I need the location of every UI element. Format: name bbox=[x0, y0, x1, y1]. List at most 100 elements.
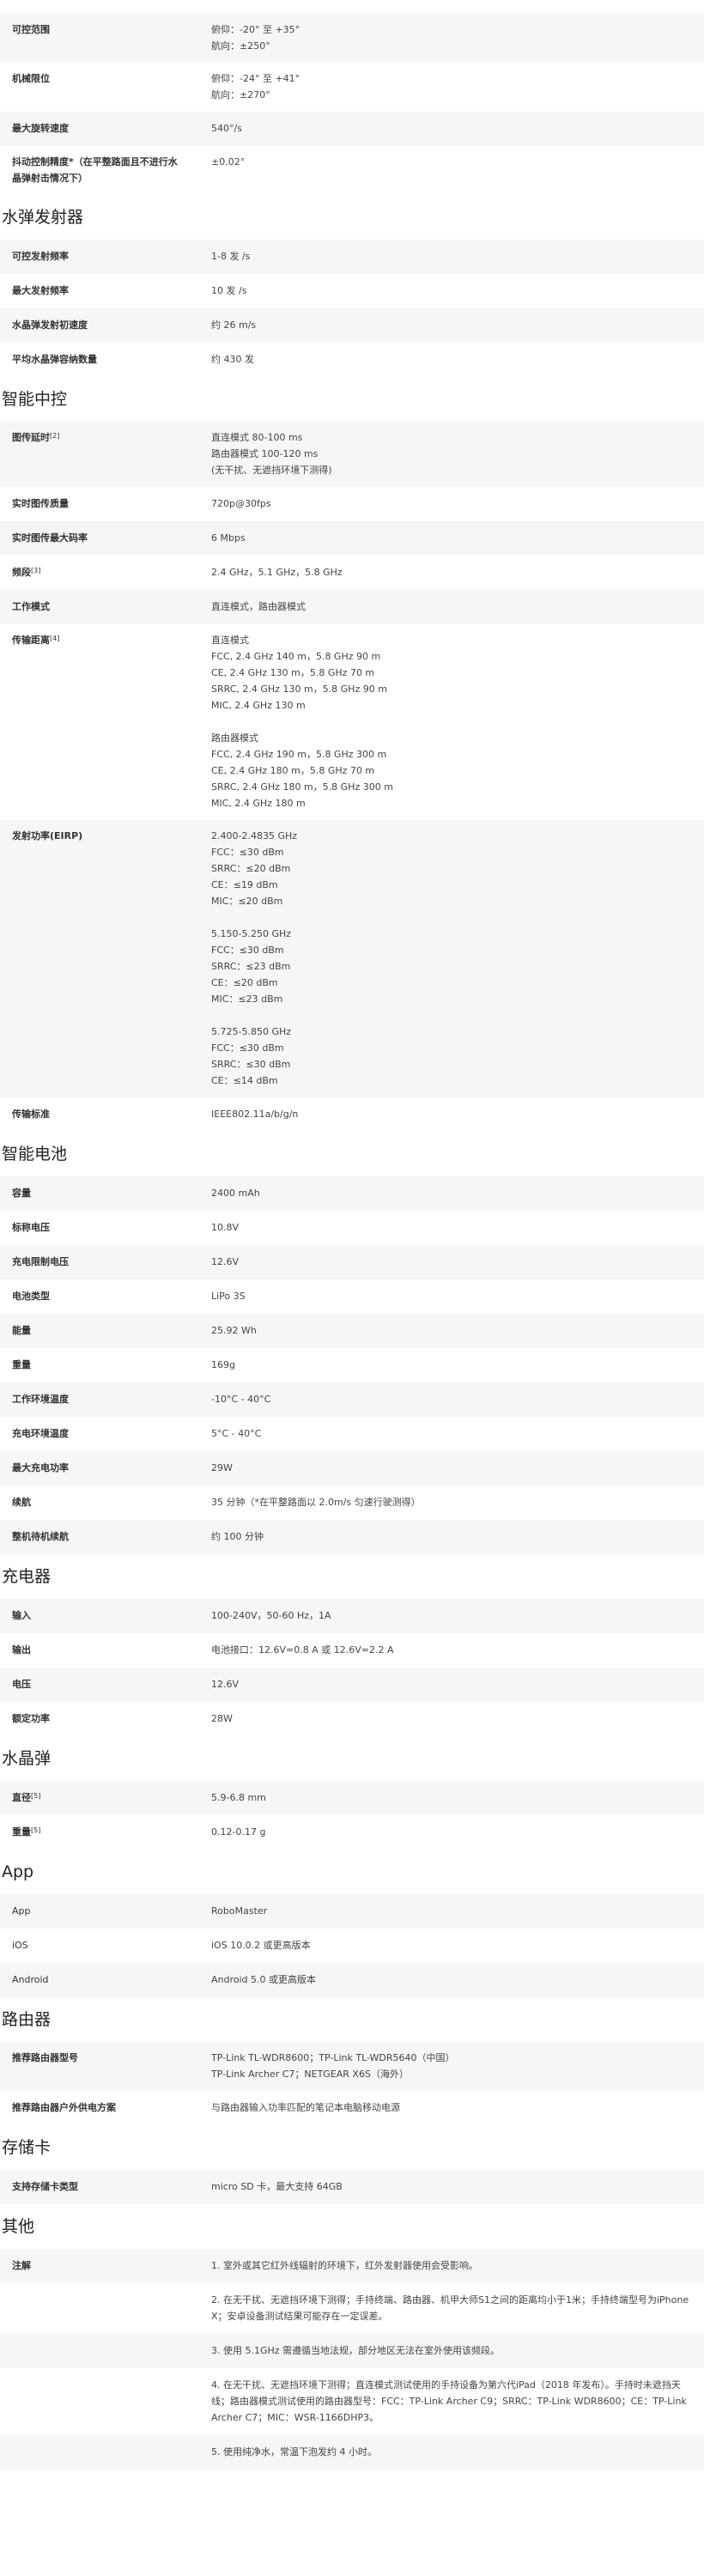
value-line: 5.725-5.850 GHz bbox=[211, 1026, 292, 1037]
spec-table: App RoboMaster iOS iOS 10.0.2 或更高版本 Android A… bbox=[0, 1894, 704, 1997]
spec-value: 5. 使用纯净水，常温下泡发约 4 小时。 bbox=[211, 2444, 704, 2460]
section-title: 智能中控 bbox=[2, 390, 68, 409]
spec-label-text: 支持存储卡类型 bbox=[12, 2181, 78, 2192]
value-line: IEEE802.11a/b/g/n bbox=[211, 1109, 299, 1120]
spec-label-text: 实时图传最大码率 bbox=[12, 532, 88, 544]
spec-value: iOS 10.0.2 或更高版本 bbox=[211, 1937, 704, 1953]
value-line: 6 Mbps bbox=[211, 532, 246, 544]
value-gap bbox=[211, 714, 695, 730]
spec-value: Android 5.0 或更高版本 bbox=[211, 1971, 704, 1988]
value-line: (无干扰、无遮挡环境下测得) bbox=[211, 465, 332, 476]
spec-label: 容量 bbox=[0, 1185, 211, 1201]
value-line: 5.150-5.250 GHz bbox=[211, 928, 292, 939]
value-line: RoboMaster bbox=[211, 1905, 268, 1917]
spec-row: 注解 1. 室外或其它红外线辐射的环境下，红外发射器使用会受影响。 bbox=[0, 2249, 704, 2283]
section-title: 充电器 bbox=[2, 1567, 52, 1586]
spec-label: 实时图传最大码率 bbox=[0, 530, 211, 546]
value-line: 路由器模式 bbox=[211, 732, 258, 744]
spec-label: 重量 bbox=[0, 1357, 211, 1373]
value-line: MIC, 2.4 GHz 180 m bbox=[211, 798, 306, 809]
spec-value: IEEE802.11a/b/g/n bbox=[211, 1106, 704, 1122]
spec-label-text: 传输距离 bbox=[12, 635, 50, 646]
value-line: Android 5.0 或更高版本 bbox=[211, 1974, 317, 1985]
spec-value: 25.92 Wh bbox=[211, 1322, 704, 1339]
spec-label-text: iOS bbox=[12, 1940, 28, 1951]
spec-label-text: 最大充电功率 bbox=[12, 1462, 69, 1473]
value-line: 直连模式，路由器模式 bbox=[211, 601, 306, 612]
spec-label-text: 可控发射频率 bbox=[12, 251, 69, 262]
section-title: 路由器 bbox=[2, 2010, 52, 2029]
value-line: -10°C - 40°C bbox=[211, 1394, 271, 1405]
spec-row: 水晶弹发射初速度 约 26 m/s bbox=[0, 308, 704, 343]
spec-label: 可控范围 bbox=[0, 21, 211, 54]
spec-section: 智能电池 容量 2400 mAh 标称电压 10.8V 充电限制电压 12.6V 电池类型 Li… bbox=[0, 1144, 704, 1554]
spec-section: 水晶弹 直径[5] 5.9-6.8 mm 重量[5] 0.12-0.17 g bbox=[0, 1748, 704, 1850]
spec-label-text: 电池类型 bbox=[12, 1291, 50, 1302]
value-line: 5°C - 40°C bbox=[211, 1428, 262, 1439]
spec-value: -10°C - 40°C bbox=[211, 1391, 704, 1407]
spec-value: 与路由器输入功率匹配的笔记本电脑移动电源 bbox=[211, 2099, 704, 2116]
footnote-ref: [5] bbox=[31, 1826, 41, 1834]
value-line: 25.92 Wh bbox=[211, 1325, 257, 1336]
spec-row: 最大发射频率 10 发 /s bbox=[0, 274, 704, 308]
spec-label-text: 实时图传质量 bbox=[12, 498, 69, 509]
spec-value: 2.400-2.4835 GHz FCC：≤30 dBm SRRC：≤20 dBm C… bbox=[211, 828, 704, 1089]
spec-label-text: 充电限制电压 bbox=[12, 1256, 69, 1267]
spec-section: 水弹发射器 可控发射频率 1-8 发 /s 最大发射频率 10 发 /s 水晶弹发射初速度… bbox=[0, 207, 704, 377]
spec-value: 10.8V bbox=[211, 1219, 704, 1236]
spec-label: 注解 bbox=[0, 2257, 211, 2274]
value-line: 电池接口：12.6V=0.8 A 或 12.6V=2.2 A bbox=[211, 1644, 394, 1656]
spec-row: 机械限位 俯仰：-24° 至 +41° 航向：±270° bbox=[0, 63, 704, 112]
spec-row: 直径[5] 5.9-6.8 mm bbox=[0, 1781, 704, 1815]
spec-label: 充电环境温度 bbox=[0, 1425, 211, 1442]
value-line: 约 100 分钟 bbox=[211, 1531, 264, 1542]
spec-table: 可控发射频率 1-8 发 /s 最大发射频率 10 发 /s 水晶弹发射初速度 约 26 … bbox=[0, 240, 704, 377]
spec-label-text: Android bbox=[12, 1974, 49, 1985]
value-line: 俯仰：-24° 至 +41° bbox=[211, 73, 300, 84]
spec-section: 智能中控 图传延时[2] 直连模式 80-100 ms 路由器模式 100-120 m… bbox=[0, 389, 704, 1132]
value-line: SRRC, 2.4 GHz 180 m，5.8 GHz 300 m bbox=[211, 781, 393, 793]
spec-label-text: 平均水晶弹容纳数量 bbox=[12, 354, 97, 365]
spec-row: 实时图传质量 720p@30fps bbox=[0, 487, 704, 521]
spec-row: 频段[3] 2.4 GHz，5.1 GHz，5.8 GHz bbox=[0, 556, 704, 590]
value-line: 169g bbox=[211, 1359, 235, 1370]
spec-row: 可控范围 俯仰：-20° 至 +35° 航向：±250° bbox=[0, 14, 704, 63]
value-gap bbox=[211, 909, 695, 926]
value-line: 路由器模式 100-120 ms bbox=[211, 448, 319, 459]
spec-label: 额定功率 bbox=[0, 1710, 211, 1727]
spec-row: 最大旋转速度 540°/s bbox=[0, 112, 704, 146]
spec-value: 12.6V bbox=[211, 1676, 704, 1692]
spec-value: 直连模式 FCC, 2.4 GHz 140 m，5.8 GHz 90 m CE, 2… bbox=[211, 632, 704, 811]
spec-label bbox=[0, 2444, 211, 2460]
spec-label: 直径[5] bbox=[0, 1789, 211, 1806]
spec-row: 续航 35 分钟（*在平整路面以 2.0m/s 匀速行驶测得） bbox=[0, 1485, 704, 1520]
value-line: 0.12-0.17 g bbox=[211, 1826, 266, 1838]
spec-section: 充电器 输入 100-240V，50-60 Hz，1A 输出 电池接口：12.6V=0.… bbox=[0, 1566, 704, 1736]
spec-row: 3. 使用 5.1GHz 需遵循当地法规，部分地区无法在室外使用该频段。 bbox=[0, 2334, 704, 2368]
spec-label-text: 充电环境温度 bbox=[12, 1428, 69, 1439]
spec-value: 720p@30fps bbox=[211, 495, 704, 512]
spec-section: App App RoboMaster iOS iOS 10.0.2 或更高版本 Andro… bbox=[0, 1862, 704, 1997]
value-line: 540°/s bbox=[211, 123, 242, 134]
spec-label-text: 输入 bbox=[12, 1610, 31, 1621]
value-line: 与路由器输入功率匹配的笔记本电脑移动电源 bbox=[211, 2102, 400, 2113]
spec-label-text: 图传延时 bbox=[12, 432, 50, 443]
spec-row: 额定功率 28W bbox=[0, 1702, 704, 1736]
spec-label-text: 额定功率 bbox=[12, 1713, 50, 1724]
spec-value: 0.12-0.17 g bbox=[211, 1824, 704, 1840]
spec-section: 可控范围 俯仰：-20° 至 +35° 航向：±250° 机械限位 俯仰：-24° 至 … bbox=[0, 0, 704, 195]
spec-value: 540°/s bbox=[211, 120, 704, 137]
spec-label bbox=[0, 2292, 211, 2324]
spec-value: 电池接口：12.6V=0.8 A 或 12.6V=2.2 A bbox=[211, 1642, 704, 1658]
spec-value: 2400 mAh bbox=[211, 1185, 704, 1201]
spec-label: 图传延时[2] bbox=[0, 429, 211, 478]
value-line: 2.400-2.4835 GHz bbox=[211, 830, 298, 841]
footnote-ref: [2] bbox=[50, 432, 60, 440]
value-line: SRRC, 2.4 GHz 130 m，5.8 GHz 90 m bbox=[211, 683, 387, 695]
spec-row: 推荐路由器型号 TP-Link TL-WDR8600；TP-Link TL-WDR… bbox=[0, 2042, 704, 2091]
spec-label-text: 传输标准 bbox=[12, 1109, 50, 1120]
spec-label: 最大充电功率 bbox=[0, 1460, 211, 1476]
value-line: 100-240V，50-60 Hz，1A bbox=[211, 1610, 331, 1621]
spec-row: 电池类型 LiPo 3S bbox=[0, 1279, 704, 1314]
spec-label: 发射功率(EIRP) bbox=[0, 828, 211, 1089]
